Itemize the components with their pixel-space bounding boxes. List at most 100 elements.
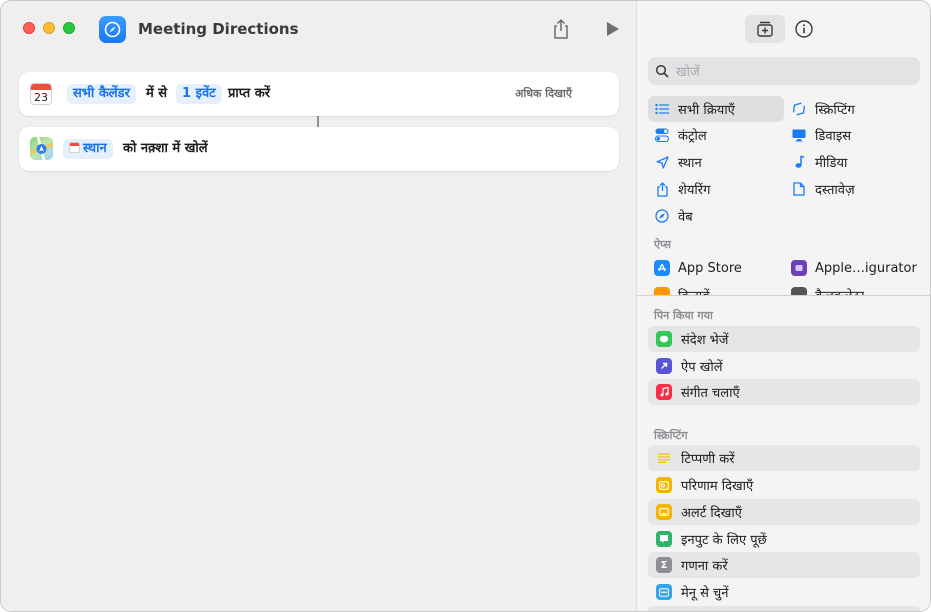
category-label: डिवाइस <box>815 129 852 144</box>
category-scripting[interactable]: स्क्रिप्टिंग <box>791 96 855 122</box>
search-placeholder: खोजें <box>676 65 700 80</box>
messages-icon <box>656 331 672 347</box>
category-device[interactable]: डिवाइस <box>791 122 851 148</box>
info-icon[interactable] <box>793 18 815 40</box>
app-books[interactable]: किताबें <box>654 281 710 295</box>
category-documents[interactable]: दस्तावेज़ <box>791 176 855 202</box>
toggle-icon <box>654 127 670 143</box>
action-show-result[interactable]: परिणाम दिखाएँ <box>648 472 920 498</box>
location-arrow-icon <box>654 154 670 170</box>
scripting-section-label: स्क्रिप्टिंग <box>654 429 688 442</box>
app-label: App Store <box>678 260 742 276</box>
location-parameter-token[interactable]: स्थान <box>63 139 113 159</box>
action-connector <box>317 116 319 127</box>
zoom-window-button[interactable] <box>63 22 75 34</box>
action-library-tab-button[interactable] <box>745 15 785 43</box>
action-label: टिप्पणी करें <box>681 452 735 467</box>
action-label: गणना करें <box>681 559 728 574</box>
action-library-sidebar: खोजें सभी क्रियाएँ कंट्रोल स्थान शेयरिंग… <box>636 1 930 611</box>
window-controls <box>23 22 75 34</box>
minimize-window-button[interactable] <box>43 22 55 34</box>
action-label: संदेश भेजें <box>681 333 729 348</box>
add-action-icon <box>757 21 773 37</box>
calendar-app-icon: 23 <box>30 83 52 105</box>
document-icon <box>791 181 807 197</box>
category-web[interactable]: वेब <box>654 203 693 229</box>
action-ask-for-input[interactable]: इनपुट के लिए पूछें <box>648 526 920 552</box>
comment-lines-icon <box>656 450 672 466</box>
monitor-icon <box>791 127 807 143</box>
category-media[interactable]: मीडिया <box>791 149 847 175</box>
category-sharing[interactable]: शेयरिंग <box>654 176 710 202</box>
category-label: कंट्रोल <box>678 129 707 144</box>
books-icon <box>654 287 670 295</box>
action-label: ऐप खोलें <box>681 360 723 375</box>
category-label: सभी क्रियाएँ <box>678 103 735 118</box>
apple-configurator-icon <box>791 260 807 276</box>
apps-section-label: ऐप्स <box>654 238 671 251</box>
action-text-from: में से <box>146 86 168 101</box>
pinned-section-label: पिन किया गया <box>654 309 713 322</box>
shortcut-editor: Meeting Directions 23 सभी कैलेंडर में से… <box>1 1 636 611</box>
run-shortcut-button[interactable] <box>605 20 621 38</box>
app-label: कैलकुलेटर <box>815 286 864 295</box>
action-label: मेनू से चुनें <box>681 586 729 601</box>
search-icon <box>655 64 669 78</box>
ask-input-icon <box>656 531 672 547</box>
calendars-parameter-token[interactable]: सभी कैलेंडर <box>67 84 136 104</box>
category-all-actions[interactable]: सभी क्रियाएँ <box>648 96 784 122</box>
action-partial-next[interactable] <box>648 606 920 611</box>
shortcuts-window: Meeting Directions 23 सभी कैलेंडर में से… <box>0 0 931 612</box>
music-note-icon <box>791 154 807 170</box>
action-send-message[interactable]: संदेश भेजें <box>648 326 920 352</box>
show-more-button[interactable]: अधिक दिखाएँ <box>515 85 572 103</box>
window-title[interactable]: Meeting Directions <box>138 20 299 38</box>
scripting-icon <box>791 101 807 117</box>
calendar-day-number: 23 <box>34 91 48 104</box>
category-label: मीडिया <box>815 156 848 171</box>
category-label: वेब <box>678 210 693 225</box>
action-text-get: प्राप्त करें <box>228 86 271 101</box>
category-label: स्क्रिप्टिंग <box>815 103 855 118</box>
category-control[interactable]: कंट्रोल <box>654 122 707 148</box>
maps-app-icon <box>30 137 53 160</box>
action-comment[interactable]: टिप्पणी करें <box>648 445 920 471</box>
location-token-label: स्थान <box>83 141 107 156</box>
action-choose-from-menu[interactable]: मेनू से चुनें <box>648 579 920 605</box>
share-icon[interactable] <box>551 18 571 40</box>
alert-icon <box>656 504 672 520</box>
app-apple-configurator[interactable]: Apple…igurator <box>791 255 917 281</box>
sigma-icon: Σ <box>656 557 672 573</box>
close-window-button[interactable] <box>23 22 35 34</box>
app-calculator[interactable]: कैलकुलेटर <box>791 281 864 295</box>
compass-icon <box>654 208 670 224</box>
category-location[interactable]: स्थान <box>654 149 702 175</box>
action-play-music[interactable]: संगीत चलाएँ <box>648 379 920 405</box>
open-app-icon <box>656 358 672 374</box>
action-label: परिणाम दिखाएँ <box>681 479 754 494</box>
action-get-calendar-events[interactable]: 23 सभी कैलेंडर में से 1 इवेंट प्राप्त कर… <box>19 72 619 116</box>
menu-icon <box>656 584 672 600</box>
shortcut-compass-icon[interactable] <box>99 16 126 43</box>
action-label: संगीत चलाएँ <box>681 386 740 401</box>
event-count-parameter-token[interactable]: 1 इवेंट <box>176 84 222 104</box>
action-calculate[interactable]: Σ गणना करें <box>648 552 920 578</box>
category-label: स्थान <box>678 156 702 171</box>
list-icon <box>654 101 670 117</box>
app-label: किताबें <box>678 286 710 295</box>
action-open-app[interactable]: ऐप खोलें <box>648 353 920 379</box>
action-open-in-maps[interactable]: स्थान को नक़्शा में खोलें <box>19 127 619 171</box>
action-label: इनपुट के लिए पूछें <box>681 533 767 548</box>
search-field[interactable]: खोजें <box>648 57 920 85</box>
calculator-icon <box>791 287 807 295</box>
suggestions-panel: पिन किया गया संदेश भेजें ऐप खोलें संगीत … <box>637 296 930 611</box>
category-label: शेयरिंग <box>678 183 711 198</box>
action-label: अलर्ट दिखाएँ <box>681 506 742 521</box>
action-show-alert[interactable]: अलर्ट दिखाएँ <box>648 499 920 525</box>
app-app-store[interactable]: App Store <box>654 255 742 281</box>
mini-calendar-icon <box>69 142 80 153</box>
music-icon <box>656 384 672 400</box>
action-text-open-in-maps: को नक़्शा में खोलें <box>123 141 208 156</box>
show-result-icon <box>656 477 672 493</box>
app-label: Apple…igurator <box>815 260 917 276</box>
